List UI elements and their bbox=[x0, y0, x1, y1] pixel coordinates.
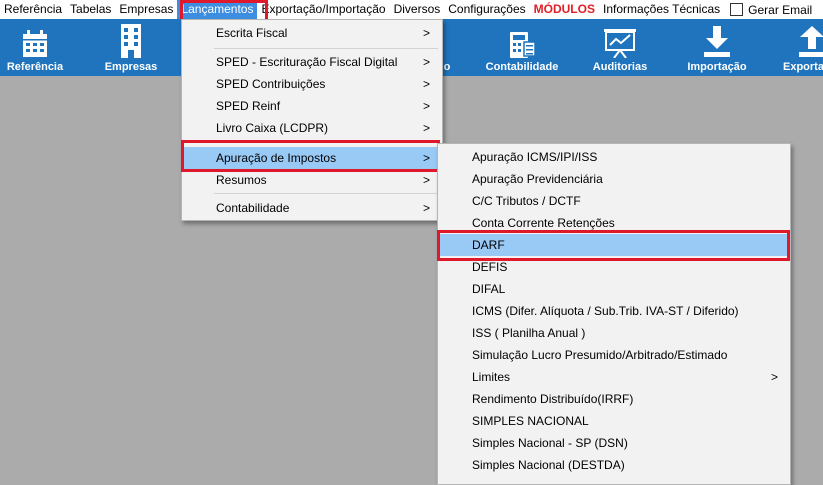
menu-item-contabilidade[interactable]: Contabilidade > bbox=[184, 197, 440, 219]
submenu-item-cc-tributos[interactable]: C/C Tributos / DCTF bbox=[440, 190, 788, 212]
submenu-item-label: Simulação Lucro Presumido/Arbitrado/Esti… bbox=[472, 348, 728, 362]
menu-item-label: SPED Reinf bbox=[216, 99, 281, 113]
apuracao-submenu: Apuração ICMS/IPI/ISS Apuração Previdenc… bbox=[437, 143, 791, 485]
menu-item-sped-reinf[interactable]: SPED Reinf > bbox=[184, 95, 440, 117]
menu-item-label: SPED Contribuições bbox=[216, 77, 326, 91]
submenu-item-simples-nacional-destda[interactable]: Simples Nacional (DESTDA) bbox=[440, 454, 788, 476]
submenu-item-label: Rendimento Distribuído(IRRF) bbox=[472, 392, 634, 406]
submenu-item-iss-planilha[interactable]: ISS ( Planilha Anual ) bbox=[440, 322, 788, 344]
submenu-item-simples-nacional[interactable]: SIMPLES NACIONAL bbox=[440, 410, 788, 432]
toolbar-empresas-button[interactable]: Empresas bbox=[98, 19, 164, 76]
gerar-email-toggle[interactable]: Gerar Email bbox=[724, 3, 812, 17]
submenu-item-label: ISS ( Planilha Anual ) bbox=[472, 326, 586, 340]
menu-lancamentos[interactable]: Lançamentos bbox=[177, 0, 258, 19]
menu-bar: Referência Tabelas Empresas Lançamentos … bbox=[0, 0, 823, 19]
submenu-item-darf[interactable]: DARF bbox=[440, 234, 788, 256]
chevron-right-icon: > bbox=[770, 370, 778, 384]
toolbar-hidden-label: o bbox=[443, 61, 451, 73]
menu-item-label: SPED - Escrituração Fiscal Digital bbox=[216, 55, 398, 69]
toolbar-referencia-button[interactable]: Referência bbox=[3, 19, 67, 76]
submenu-item-label: Conta Corrente Retenções bbox=[472, 216, 615, 230]
chevron-right-icon: > bbox=[422, 77, 430, 91]
toolbar-importacao-label: Importação bbox=[687, 61, 747, 73]
menu-modulos[interactable]: MÓDULOS bbox=[530, 0, 599, 19]
submenu-item-label: Apuração ICMS/IPI/ISS bbox=[472, 150, 598, 164]
submenu-item-label: DIFAL bbox=[472, 282, 506, 296]
submenu-item-simples-nacional-sp[interactable]: Simples Nacional - SP (DSN) bbox=[440, 432, 788, 454]
download-icon bbox=[704, 26, 730, 57]
submenu-item-defis[interactable]: DEFIS bbox=[440, 256, 788, 278]
menu-item-livro-caixa[interactable]: Livro Caixa (LCDPR) > bbox=[184, 117, 440, 139]
submenu-item-apuracao-icms[interactable]: Apuração ICMS/IPI/ISS bbox=[440, 146, 788, 168]
menu-item-apuracao-impostos[interactable]: Apuração de Impostos > bbox=[184, 147, 440, 169]
menu-exportacao-importacao[interactable]: Exportação/Importação bbox=[257, 0, 389, 19]
chevron-right-icon: > bbox=[422, 99, 430, 113]
calendar-icon bbox=[23, 30, 47, 57]
submenu-item-label: DARF bbox=[472, 238, 505, 252]
menu-item-escrita-fiscal[interactable]: Escrita Fiscal > bbox=[184, 22, 440, 44]
menu-item-label: Livro Caixa (LCDPR) bbox=[216, 121, 329, 135]
menu-item-sped-contribuicoes[interactable]: SPED Contribuições > bbox=[184, 73, 440, 95]
toolbar-exportacao-button[interactable]: Exporta bbox=[780, 19, 823, 76]
menu-referencia[interactable]: Referência bbox=[0, 0, 66, 19]
chevron-right-icon: > bbox=[422, 121, 430, 135]
calculator-icon bbox=[510, 32, 536, 58]
submenu-item-icms-difer[interactable]: ICMS (Difer. Alíquota / Sub.Trib. IVA-ST… bbox=[440, 300, 788, 322]
submenu-item-label: C/C Tributos / DCTF bbox=[472, 194, 581, 208]
submenu-item-simulacao-lucro[interactable]: Simulação Lucro Presumido/Arbitrado/Esti… bbox=[440, 344, 788, 366]
submenu-item-label: Limites bbox=[472, 370, 511, 384]
menu-diversos[interactable]: Diversos bbox=[390, 0, 445, 19]
chevron-right-icon: > bbox=[422, 26, 430, 40]
chevron-right-icon: > bbox=[422, 201, 430, 215]
toolbar-contabilidade-label: Contabilidade bbox=[485, 61, 559, 73]
menu-informacoes-tecnicas[interactable]: Informações Técnicas bbox=[599, 0, 724, 19]
presentation-chart-icon bbox=[604, 29, 636, 58]
toolbar-auditorias-button[interactable]: Auditorias bbox=[585, 19, 655, 76]
submenu-item-label: Simples Nacional (DESTDA) bbox=[472, 458, 625, 472]
toolbar-importacao-button[interactable]: Importação bbox=[680, 19, 754, 76]
submenu-item-label: SIMPLES NACIONAL bbox=[472, 414, 589, 428]
lancamentos-menu: Escrita Fiscal > SPED - Escrituração Fis… bbox=[181, 19, 443, 221]
toolbar-exportacao-label: Exporta bbox=[783, 61, 823, 73]
building-icon bbox=[121, 24, 141, 58]
submenu-item-label: Apuração Previdenciária bbox=[472, 172, 603, 186]
menu-item-sped-efd[interactable]: SPED - Escrituração Fiscal Digital > bbox=[184, 51, 440, 73]
chevron-right-icon: > bbox=[422, 151, 430, 165]
menu-separator bbox=[214, 142, 438, 143]
toolbar-auditorias-label: Auditorias bbox=[592, 61, 648, 73]
submenu-item-difal[interactable]: DIFAL bbox=[440, 278, 788, 300]
toolbar-contabilidade-button[interactable]: Contabilidade bbox=[480, 19, 564, 76]
menu-separator bbox=[214, 48, 438, 49]
menu-item-label: Escrita Fiscal bbox=[216, 26, 288, 40]
chevron-right-icon: > bbox=[422, 173, 430, 187]
toolbar-referencia-label: Referência bbox=[6, 61, 64, 73]
gerar-email-label: Gerar Email bbox=[748, 2, 813, 17]
submenu-item-label: ICMS (Difer. Alíquota / Sub.Trib. IVA-ST… bbox=[472, 304, 739, 318]
menu-item-label: Resumos bbox=[216, 173, 267, 187]
gerar-email-checkbox[interactable] bbox=[730, 3, 744, 16]
submenu-item-conta-corrente-retencoes[interactable]: Conta Corrente Retenções bbox=[440, 212, 788, 234]
submenu-item-limites[interactable]: Limites > bbox=[440, 366, 788, 388]
menu-item-resumos[interactable]: Resumos > bbox=[184, 169, 440, 191]
chevron-right-icon: > bbox=[422, 55, 430, 69]
toolbar-empresas-label: Empresas bbox=[104, 61, 158, 73]
submenu-item-rendimento-distribuido[interactable]: Rendimento Distribuído(IRRF) bbox=[440, 388, 788, 410]
menu-tabelas[interactable]: Tabelas bbox=[66, 0, 115, 19]
menu-item-label: Contabilidade bbox=[216, 201, 290, 215]
submenu-item-apuracao-previdenciaria[interactable]: Apuração Previdenciária bbox=[440, 168, 788, 190]
menu-empresas[interactable]: Empresas bbox=[115, 0, 177, 19]
submenu-item-label: DEFIS bbox=[472, 260, 508, 274]
submenu-item-label: Simples Nacional - SP (DSN) bbox=[472, 436, 628, 450]
upload-icon bbox=[799, 26, 823, 57]
menu-item-label: Apuração de Impostos bbox=[216, 151, 337, 165]
menu-configuracoes[interactable]: Configurações bbox=[444, 0, 529, 19]
menu-separator bbox=[214, 193, 438, 194]
